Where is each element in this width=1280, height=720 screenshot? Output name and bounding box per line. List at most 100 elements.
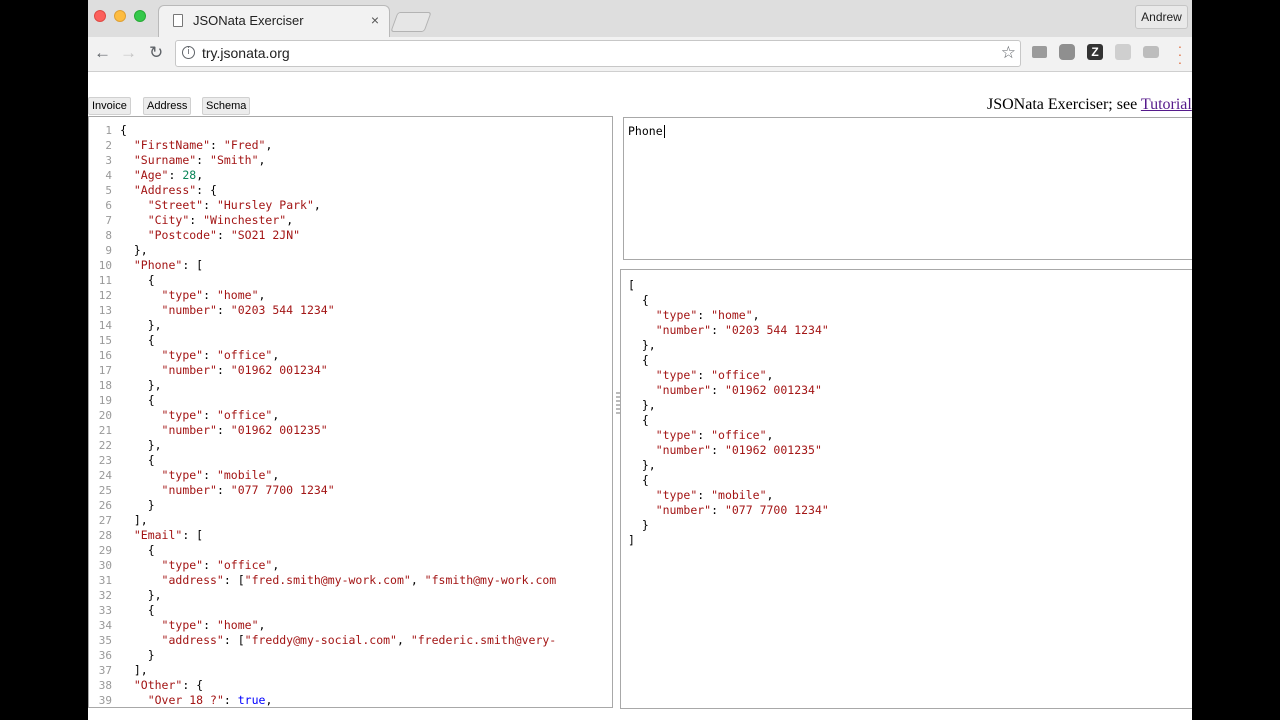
code-line[interactable]: { bbox=[120, 123, 556, 138]
result-line: }, bbox=[628, 338, 656, 352]
code-line[interactable]: ], bbox=[120, 663, 556, 678]
code-line[interactable]: } bbox=[120, 498, 556, 513]
line-number: 24 bbox=[98, 469, 112, 482]
jsonata-page: Invoice Address Schema JSONata Exerciser… bbox=[88, 72, 1192, 720]
code-line[interactable]: "Age": 28, bbox=[120, 168, 556, 183]
invoice-sample-button[interactable]: Invoice bbox=[88, 97, 131, 115]
code-line[interactable]: "number": "01962 001234" bbox=[120, 363, 556, 378]
url-text[interactable]: try.jsonata.org bbox=[202, 45, 290, 61]
code-line[interactable]: }, bbox=[120, 438, 556, 453]
code-line[interactable]: "type": "office", bbox=[120, 408, 556, 423]
code-line[interactable]: }, bbox=[120, 318, 556, 333]
zoom-window-button[interactable] bbox=[134, 10, 146, 22]
cast-icon[interactable] bbox=[1115, 44, 1131, 60]
code-line[interactable]: "Other": { bbox=[120, 678, 556, 693]
line-number: 32 bbox=[98, 589, 112, 602]
code-line[interactable]: }, bbox=[120, 378, 556, 393]
address-bar[interactable]: i try.jsonata.org ☆ bbox=[175, 40, 1021, 67]
tab-title: JSONata Exerciser bbox=[193, 13, 304, 28]
code-line[interactable]: "Address": { bbox=[120, 183, 556, 198]
code-line[interactable]: "address": ["fred.smith@my-work.com", "f… bbox=[120, 573, 557, 588]
line-number: 31 bbox=[98, 574, 112, 587]
zotero-z-icon[interactable]: Z bbox=[1087, 44, 1103, 60]
code-line[interactable]: "Over 18 ?": true, bbox=[120, 693, 556, 707]
close-window-button[interactable] bbox=[94, 10, 106, 22]
horizontal-split-handle[interactable] bbox=[893, 263, 925, 276]
result-panel: [ { "type": "home", "number": "0203 544 … bbox=[620, 269, 1192, 709]
forward-arrow-icon[interactable]: → bbox=[120, 43, 137, 63]
tab-jsonata-exerciser[interactable]: JSONata Exerciser × bbox=[158, 5, 390, 37]
line-number: 34 bbox=[98, 619, 112, 632]
code-line[interactable]: "FirstName": "Fred", bbox=[120, 138, 556, 153]
code-line[interactable]: { bbox=[120, 393, 556, 408]
result-line: { bbox=[628, 293, 649, 307]
code-line[interactable]: } bbox=[120, 648, 556, 663]
code-line[interactable]: "number": "01962 001235" bbox=[120, 423, 556, 438]
code-line[interactable]: { bbox=[120, 273, 556, 288]
line-number: 17 bbox=[98, 364, 112, 377]
code-line[interactable]: "type": "office", bbox=[120, 558, 556, 573]
code-line[interactable]: { bbox=[120, 453, 556, 468]
code-line[interactable]: }, bbox=[120, 588, 556, 603]
json-input-editor[interactable]: 1 2 3 4 5 6 7 8 9 10 11 12 13 14 15 16 17 18 19 20 21 22 23 24 2… bbox=[88, 116, 613, 708]
line-number: 23 bbox=[98, 454, 112, 467]
line-number: 16 bbox=[98, 349, 112, 362]
code-line[interactable]: "number": "0203 544 1234" bbox=[120, 303, 556, 318]
expression-text[interactable]: Phone bbox=[628, 124, 663, 138]
tab-strip: JSONata Exerciser × Andrew bbox=[88, 0, 1192, 37]
address-sample-button[interactable]: Address bbox=[143, 97, 192, 115]
code-line[interactable]: "type": "mobile", bbox=[120, 468, 556, 483]
new-tab-button[interactable] bbox=[390, 12, 432, 32]
chat-icon[interactable] bbox=[1032, 46, 1047, 58]
tutorial-link[interactable]: Tutorial bbox=[1141, 96, 1192, 113]
line-number: 15 bbox=[98, 334, 112, 347]
code-line[interactable]: "address": ["freddy@my-social.com", "fre… bbox=[120, 633, 557, 648]
code-line[interactable]: "type": "office", bbox=[120, 348, 556, 363]
line-number: 39 bbox=[98, 694, 112, 707]
tab-close-icon[interactable]: × bbox=[371, 12, 379, 28]
back-arrow-icon[interactable]: ← bbox=[94, 43, 111, 63]
code-line[interactable]: "Surname": "Smith", bbox=[120, 153, 556, 168]
schema-sample-button[interactable]: Schema bbox=[202, 97, 251, 115]
kebab-menu-icon[interactable]: · · · bbox=[1176, 39, 1184, 69]
result-line: "number": "01962 001234" bbox=[655, 383, 822, 397]
code-line[interactable]: "type": "home", bbox=[120, 288, 556, 303]
code-line[interactable]: ], bbox=[120, 513, 556, 528]
code-line[interactable]: "Postcode": "SO21 2JN" bbox=[120, 228, 556, 243]
result-line: ] bbox=[628, 533, 635, 547]
result-line: }, bbox=[628, 458, 656, 472]
code-line[interactable]: "Street": "Hursley Park", bbox=[120, 198, 556, 213]
line-number: 21 bbox=[98, 424, 112, 437]
code-line[interactable]: { bbox=[120, 603, 556, 618]
minimize-window-button[interactable] bbox=[114, 10, 126, 22]
json-input-code[interactable]: { "FirstName": "Fred", "Surname": "Smith… bbox=[120, 123, 557, 707]
code-line[interactable]: "number": "077 7700 1234" bbox=[120, 483, 556, 498]
code-line[interactable]: "type": "home", bbox=[120, 618, 556, 633]
line-number: 36 bbox=[98, 649, 112, 662]
code-line[interactable]: { bbox=[120, 333, 556, 348]
code-line[interactable]: { bbox=[120, 543, 556, 558]
expression-editor[interactable]: Phone bbox=[623, 117, 1192, 260]
code-line[interactable]: "City": "Winchester", bbox=[120, 213, 556, 228]
line-number: 27 bbox=[98, 514, 112, 527]
line-number: 5 bbox=[105, 184, 112, 197]
info-icon[interactable]: i bbox=[182, 46, 195, 59]
line-number: 6 bbox=[105, 199, 112, 212]
circle-icon[interactable] bbox=[1059, 44, 1075, 60]
result-line: "number": "0203 544 1234" bbox=[655, 323, 829, 337]
line-number: 3 bbox=[105, 154, 112, 167]
line-number: 14 bbox=[98, 319, 112, 332]
line-number: 25 bbox=[98, 484, 112, 497]
result-line: } bbox=[628, 518, 649, 532]
result-line: "number": "077 7700 1234" bbox=[655, 503, 829, 517]
code-line[interactable]: "Phone": [ bbox=[120, 258, 556, 273]
result-line: { bbox=[628, 413, 649, 427]
code-line[interactable]: "Email": [ bbox=[120, 528, 556, 543]
line-number: 12 bbox=[98, 289, 112, 302]
code-line[interactable]: }, bbox=[120, 243, 556, 258]
bookmark-star-icon[interactable]: ☆ bbox=[1001, 43, 1016, 63]
reload-icon[interactable]: ↻ bbox=[149, 43, 163, 63]
screen-icon[interactable] bbox=[1143, 46, 1159, 58]
result-line: "type": "office", bbox=[655, 368, 774, 382]
profile-button[interactable]: Andrew bbox=[1135, 5, 1188, 29]
